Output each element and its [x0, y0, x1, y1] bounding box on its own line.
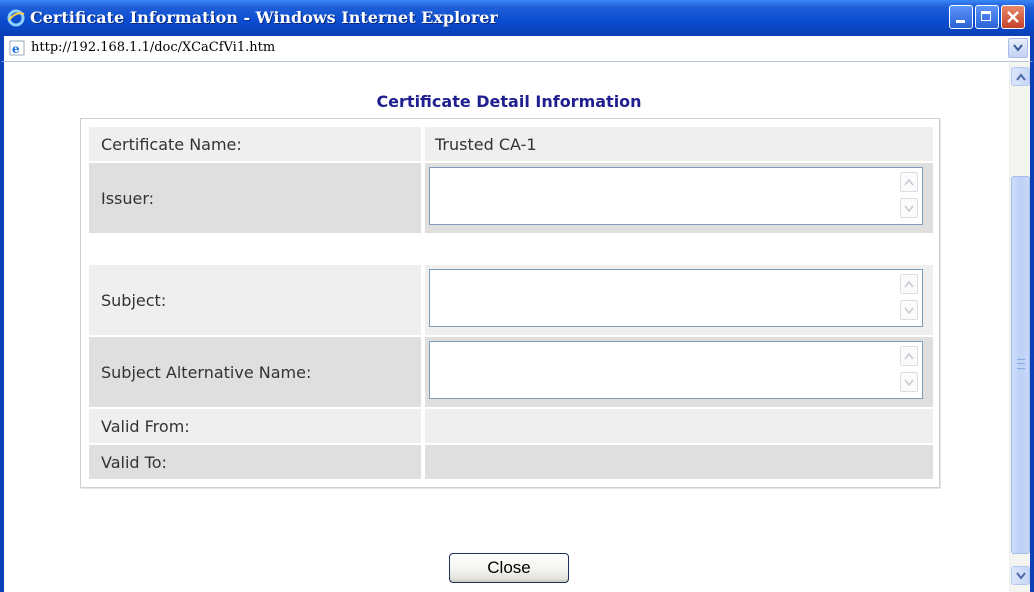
chevron-up-icon	[904, 353, 914, 360]
address-bar[interactable]: e http://192.168.1.1/doc/XCaCfVi1.htm	[0, 36, 1034, 62]
window-frame-left	[0, 62, 4, 592]
certificate-detail-panel: Certificate Name: Trusted CA-1 Issuer: S…	[80, 118, 940, 488]
scroll-down-button[interactable]	[1011, 566, 1030, 585]
row-issuer: Issuer:	[89, 163, 933, 233]
issuer-scroll-up-button[interactable]	[900, 172, 918, 192]
subject-textarea[interactable]	[429, 269, 923, 327]
ie-icon	[7, 9, 25, 27]
close-icon	[1007, 11, 1019, 23]
issuer-cell	[425, 163, 933, 233]
subject-label: Subject:	[89, 265, 421, 335]
chevron-down-icon	[904, 205, 914, 212]
valid-from-value	[425, 409, 933, 443]
row-subject-alternative-name: Subject Alternative Name:	[89, 337, 933, 407]
subject-scroll-down-button[interactable]	[900, 300, 918, 320]
vertical-scrollbar[interactable]	[1009, 62, 1030, 592]
certificate-name-value: Trusted CA-1	[425, 127, 933, 161]
window-frame-right	[1030, 62, 1034, 592]
issuer-textarea-scrollbar[interactable]	[898, 170, 920, 222]
chevron-up-icon	[904, 179, 914, 186]
window-title: Certificate Information - Windows Intern…	[30, 8, 498, 27]
ie-page-icon: e	[9, 40, 25, 56]
san-cell	[425, 337, 933, 407]
chevron-down-icon	[904, 307, 914, 314]
san-label: Subject Alternative Name:	[89, 337, 421, 407]
address-url: http://192.168.1.1/doc/XCaCfVi1.htm	[31, 40, 276, 55]
row-certificate-name: Certificate Name: Trusted CA-1	[89, 127, 933, 161]
subject-scroll-up-button[interactable]	[900, 274, 918, 294]
san-textarea[interactable]	[429, 341, 923, 399]
valid-to-value	[425, 445, 933, 479]
subject-textarea-scrollbar[interactable]	[898, 272, 920, 324]
certificate-name-label: Certificate Name:	[89, 127, 421, 161]
close-button[interactable]: Close	[449, 553, 569, 583]
issuer-label: Issuer:	[89, 163, 421, 233]
scroll-thumb[interactable]	[1011, 176, 1030, 554]
chevron-up-icon	[1016, 73, 1026, 81]
scroll-up-button[interactable]	[1011, 67, 1030, 86]
minimize-button[interactable]	[949, 5, 973, 29]
san-scroll-up-button[interactable]	[900, 346, 918, 366]
row-valid-to: Valid To:	[89, 445, 933, 479]
chevron-down-icon	[1013, 44, 1023, 52]
maximize-button[interactable]	[975, 5, 999, 29]
san-scroll-down-button[interactable]	[900, 372, 918, 392]
window-close-button[interactable]	[1001, 5, 1025, 29]
valid-from-label: Valid From:	[89, 409, 421, 443]
chevron-down-icon	[1016, 572, 1026, 580]
scroll-grip-icon	[1017, 359, 1025, 369]
subject-cell	[425, 265, 933, 335]
chevron-up-icon	[904, 281, 914, 288]
row-valid-from: Valid From:	[89, 409, 933, 443]
valid-to-label: Valid To:	[89, 445, 421, 479]
chevron-down-icon	[904, 379, 914, 386]
svg-text:e: e	[12, 42, 20, 56]
page-title: Certificate Detail Information	[376, 92, 642, 111]
address-dropdown-button[interactable]	[1008, 38, 1028, 58]
row-subject: Subject:	[89, 265, 933, 335]
issuer-scroll-down-button[interactable]	[900, 198, 918, 218]
san-textarea-scrollbar[interactable]	[898, 344, 920, 396]
window-titlebar[interactable]: Certificate Information - Windows Intern…	[0, 0, 1034, 36]
issuer-textarea[interactable]	[429, 167, 923, 225]
